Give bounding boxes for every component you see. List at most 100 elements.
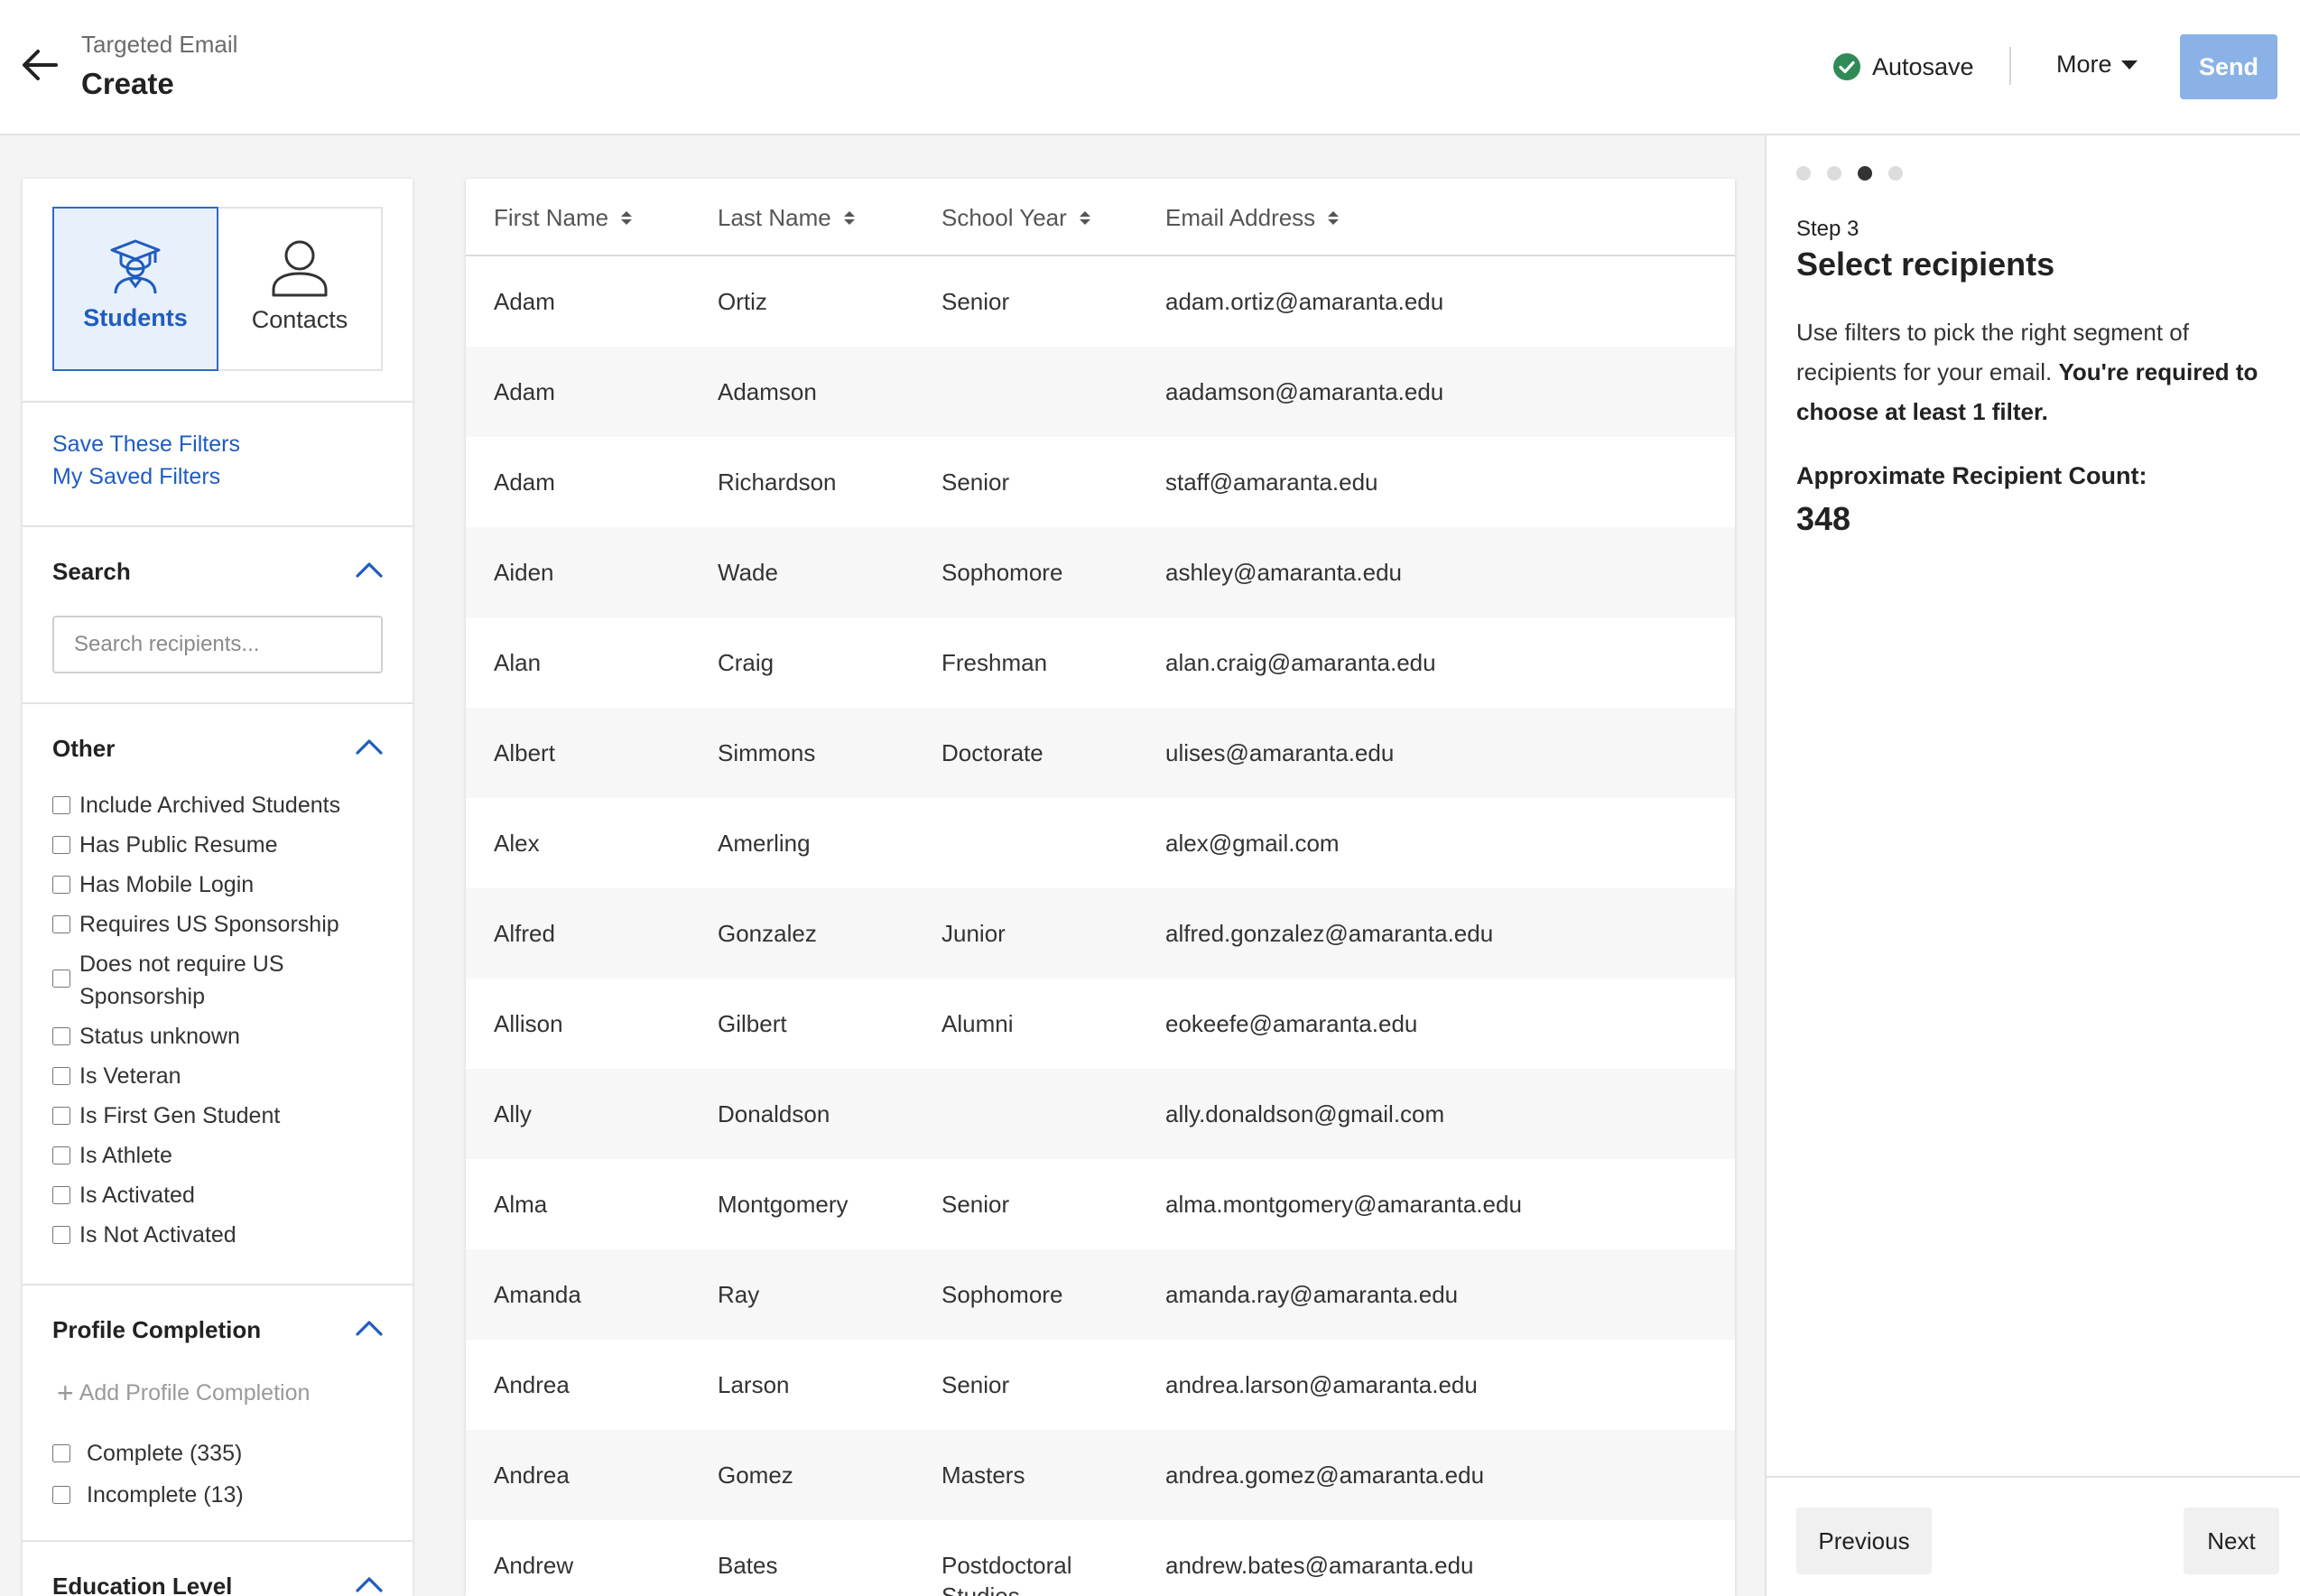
section-divider xyxy=(23,702,413,704)
saved-filters-link[interactable]: My Saved Filters xyxy=(52,464,220,490)
step-dot xyxy=(1858,166,1872,181)
header-divider xyxy=(2009,47,2011,85)
previous-button[interactable]: Previous xyxy=(1796,1508,1932,1574)
sort-icon xyxy=(1079,211,1090,225)
next-button[interactable]: Next xyxy=(2184,1508,2279,1574)
tab-students[interactable]: Students xyxy=(52,207,218,371)
filter-include-archived[interactable]: Include Archived Students xyxy=(52,789,340,821)
cell-last-name: Simmons xyxy=(718,739,816,766)
cell-email: alan.craig@amaranta.edu xyxy=(1165,649,1436,676)
column-header-last-name[interactable]: Last Name xyxy=(718,204,855,232)
add-profile-completion-button[interactable]: + Add Profile Completion xyxy=(57,1378,310,1407)
checkbox-label: Status unknown xyxy=(79,1024,240,1049)
checkbox[interactable] xyxy=(52,1146,70,1165)
step-title: Select recipients xyxy=(1796,246,2055,283)
more-label: More xyxy=(2056,51,2112,78)
table-row: Allison Gilbert Alumni eokeefe@amaranta.edu xyxy=(466,979,1735,1069)
cell-email: staff@amaranta.edu xyxy=(1165,469,1378,496)
filter-activated[interactable]: Is Activated xyxy=(52,1179,195,1211)
chevron-up-icon[interactable] xyxy=(355,1575,384,1593)
chevron-up-icon[interactable] xyxy=(355,561,384,579)
table-row: Adam Richardson Senior staff@amaranta.edu xyxy=(466,437,1735,527)
checkbox[interactable] xyxy=(52,915,70,933)
checkbox[interactable] xyxy=(52,970,70,988)
filter-profile-incomplete[interactable]: Incomplete (13) xyxy=(52,1479,244,1511)
recipients-table: First Name Last Name School Year Email A… xyxy=(466,179,1735,1596)
cell-email: ulises@amaranta.edu xyxy=(1165,739,1395,766)
filter-panel: Students Contacts Save These Filters My … xyxy=(23,179,413,1596)
filter-no-sponsorship[interactable]: Does not require US Sponsorship xyxy=(52,948,314,1013)
checkbox[interactable] xyxy=(52,836,70,854)
checkbox[interactable] xyxy=(52,1027,70,1045)
person-icon xyxy=(272,240,328,297)
filter-requires-sponsorship[interactable]: Requires US Sponsorship xyxy=(52,908,339,941)
profile-completion-title: Profile Completion xyxy=(52,1316,262,1343)
column-header-first-name[interactable]: First Name xyxy=(494,204,633,232)
filter-status-unknown[interactable]: Status unknown xyxy=(52,1020,240,1053)
table-row: Ally Donaldson ally.donaldson@gmail.com xyxy=(466,1069,1735,1159)
cell-email: andrea.larson@amaranta.edu xyxy=(1165,1371,1478,1398)
search-input[interactable] xyxy=(52,616,383,673)
checkbox[interactable] xyxy=(52,876,70,894)
cell-school-year: Senior xyxy=(941,288,1010,315)
recipient-count-value: 348 xyxy=(1796,500,1851,537)
filter-not-activated[interactable]: Is Not Activated xyxy=(52,1219,236,1251)
tab-contacts[interactable]: Contacts xyxy=(218,209,381,369)
checkbox[interactable] xyxy=(52,1067,70,1085)
filter-public-resume[interactable]: Has Public Resume xyxy=(52,829,278,861)
checkbox-label: Is Not Activated xyxy=(79,1222,236,1248)
back-arrow-icon[interactable] xyxy=(16,42,63,88)
checkbox[interactable] xyxy=(52,1186,70,1204)
checkbox[interactable] xyxy=(52,1107,70,1125)
send-button[interactable]: Send xyxy=(2180,34,2277,99)
cell-first-name: Andrea xyxy=(494,1371,570,1398)
checkbox-label: Requires US Sponsorship xyxy=(79,912,339,937)
cell-first-name: Andrea xyxy=(494,1461,570,1489)
check-circle-icon xyxy=(1833,53,1860,80)
table-row: Andrea Gomez Masters andrea.gomez@amaranta.… xyxy=(466,1430,1735,1520)
breadcrumb: Targeted Email xyxy=(81,31,238,58)
cell-last-name: Donaldson xyxy=(718,1100,830,1127)
recipient-count-label: Approximate Recipient Count: xyxy=(1796,462,2147,489)
section-divider xyxy=(23,1540,413,1542)
cell-last-name: Adamson xyxy=(718,378,817,405)
cell-last-name: Gomez xyxy=(718,1461,793,1489)
checkbox[interactable] xyxy=(52,1226,70,1244)
filter-profile-complete[interactable]: Complete (335) xyxy=(52,1437,242,1470)
sort-icon xyxy=(843,211,855,225)
table-row: Albert Simmons Doctorate ulises@amaranta.ed… xyxy=(466,708,1735,798)
cell-first-name: Andrew xyxy=(494,1552,574,1579)
chevron-up-icon[interactable] xyxy=(355,1319,384,1337)
filter-veteran[interactable]: Is Veteran xyxy=(52,1060,181,1092)
search-section-title: Search xyxy=(52,558,131,585)
cell-school-year: Doctorate xyxy=(941,739,1043,766)
table-row: Andrea Larson Senior andrea.larson@amaranta… xyxy=(466,1340,1735,1430)
checkbox-label: Is Athlete xyxy=(79,1143,172,1168)
checkbox-label: Include Archived Students xyxy=(79,793,341,818)
checkbox[interactable] xyxy=(52,1486,70,1504)
cell-email: eokeefe@amaranta.edu xyxy=(1165,1010,1418,1037)
sort-icon xyxy=(621,211,633,225)
chevron-up-icon[interactable] xyxy=(355,738,384,756)
column-header-school-year[interactable]: School Year xyxy=(941,204,1090,232)
checkbox-label: Is First Gen Student xyxy=(79,1103,281,1128)
cell-school-year: Senior xyxy=(941,469,1010,496)
save-filters-link[interactable]: Save These Filters xyxy=(52,431,240,458)
checkbox-label: Complete (335) xyxy=(87,1441,243,1466)
cell-school-year: Sophomore xyxy=(941,1281,1063,1308)
checkbox-label: Is Veteran xyxy=(79,1063,181,1089)
cell-email: alex@gmail.com xyxy=(1165,830,1340,857)
cell-last-name: Amerling xyxy=(718,830,811,857)
filter-athlete[interactable]: Is Athlete xyxy=(52,1139,172,1172)
checkbox-label: Has Public Resume xyxy=(79,832,278,858)
checkbox[interactable] xyxy=(52,796,70,814)
column-header-email[interactable]: Email Address xyxy=(1165,204,1340,232)
section-divider xyxy=(23,401,413,403)
checkbox-label: Is Activated xyxy=(79,1183,195,1208)
more-dropdown[interactable]: More xyxy=(2056,51,2138,79)
checkbox[interactable] xyxy=(52,1444,70,1462)
filter-mobile-login[interactable]: Has Mobile Login xyxy=(52,868,254,901)
cell-school-year: Senior xyxy=(941,1191,1010,1218)
filter-first-gen[interactable]: Is First Gen Student xyxy=(52,1100,280,1132)
recipient-type-toggle: Students Contacts xyxy=(52,207,383,371)
